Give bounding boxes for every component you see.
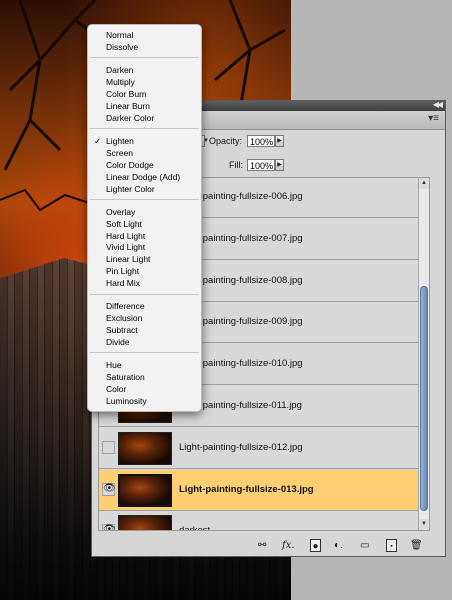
layer-thumbnail[interactable] — [118, 473, 172, 507]
blend-mode-item[interactable]: Difference — [106, 301, 145, 311]
trash-icon[interactable]: 🗑 — [410, 539, 423, 552]
layer-thumbnail[interactable] — [118, 431, 172, 465]
eye-icon: 👁 — [103, 524, 116, 531]
layer-name[interactable]: Light-painting-fullsize-012.jpg — [179, 442, 303, 453]
blend-mode-item[interactable]: Normal — [106, 30, 133, 40]
fill-field[interactable]: 100% — [247, 159, 275, 171]
menu-separator — [90, 57, 199, 59]
layer-name[interactable]: Light-painting-fullsize-013.jpg — [179, 484, 314, 495]
layer-name[interactable]: darkest — [179, 525, 210, 530]
layers-scrollbar[interactable]: ▲ ▼ — [418, 178, 429, 530]
blend-mode-item[interactable]: Linear Light — [106, 254, 150, 264]
blend-mode-item[interactable]: Divide — [106, 337, 130, 347]
layer-row[interactable]: Light-painting-fullsize-012.jpg — [99, 428, 429, 469]
blend-mode-item[interactable]: Linear Dodge (Add) — [106, 172, 180, 182]
blend-mode-item[interactable]: Pin Light — [106, 266, 139, 276]
fx-icon[interactable]: fx. — [282, 539, 295, 552]
blend-mode-item[interactable]: Linear Burn — [106, 101, 150, 111]
blend-mode-item[interactable]: Color Burn — [106, 89, 147, 99]
scroll-down-arrow[interactable]: ▼ — [419, 519, 429, 530]
blend-mode-item[interactable]: Subtract — [106, 325, 138, 335]
blend-mode-item[interactable]: Multiply — [106, 77, 135, 87]
menu-separator — [90, 293, 199, 295]
visibility-toggle[interactable]: 👁 — [102, 482, 116, 496]
blend-mode-item[interactable]: Saturation — [106, 372, 145, 382]
menu-separator — [90, 128, 199, 130]
eye-icon: 👁 — [103, 482, 116, 494]
blend-mode-item[interactable]: Lighten — [106, 136, 134, 146]
blend-mode-item[interactable]: Vivid Light — [106, 242, 145, 252]
layer-row[interactable]: 👁 darkest — [99, 511, 429, 531]
layer-row[interactable]: 👁 Light-painting-fullsize-013.jpg — [99, 469, 429, 511]
blend-mode-item[interactable]: Darker Color — [106, 113, 154, 123]
blend-mode-menu: Normal Dissolve Darken Multiply Color Burn Li… — [87, 24, 202, 412]
link-icon[interactable]: ⚯ — [258, 539, 266, 552]
fill-arrow[interactable]: ▶ — [275, 159, 284, 171]
panel-menu-icon[interactable]: ▾≡ — [428, 113, 439, 124]
scroll-thumb[interactable] — [420, 286, 428, 511]
opacity-field[interactable]: 100% — [247, 135, 275, 147]
layers-bottom-toolbar: ⚯ fx. ● ◐. ▭ ▪ 🗑 — [92, 536, 445, 556]
blend-mode-item[interactable]: Overlay — [106, 207, 135, 217]
blend-mode-item[interactable]: Screen — [106, 148, 133, 158]
opacity-arrow[interactable]: ▶ — [275, 135, 284, 147]
mask-icon[interactable]: ● — [310, 539, 321, 552]
opacity-label: Opacity: — [209, 136, 243, 146]
fill-label: Fill: — [229, 160, 243, 170]
adjustment-icon[interactable]: ◐. — [334, 539, 343, 552]
blend-mode-item[interactable]: Luminosity — [106, 396, 147, 406]
layer-thumbnail[interactable] — [118, 515, 172, 530]
blend-mode-item[interactable]: Dissolve — [106, 42, 138, 52]
menu-separator — [90, 352, 199, 354]
blend-mode-item[interactable]: Hard Mix — [106, 278, 140, 288]
folder-icon[interactable]: ▭ — [360, 539, 369, 552]
blend-mode-item[interactable]: Color Dodge — [106, 160, 154, 170]
blend-mode-item[interactable]: Hue — [106, 360, 122, 370]
blend-mode-item[interactable]: Exclusion — [106, 313, 142, 323]
blend-mode-item[interactable]: Lighter Color — [106, 184, 155, 194]
checkmark-icon: ✓ — [94, 135, 102, 146]
scroll-up-arrow[interactable]: ▲ — [419, 178, 429, 189]
blend-mode-item[interactable]: Soft Light — [106, 219, 142, 229]
visibility-toggle[interactable] — [102, 440, 115, 454]
visibility-toggle[interactable]: 👁 — [102, 524, 116, 531]
blend-mode-item[interactable]: Hard Light — [106, 231, 145, 241]
menu-separator — [90, 198, 199, 200]
blend-mode-item[interactable]: Darken — [106, 65, 133, 75]
blend-mode-item[interactable]: Color — [106, 384, 126, 394]
new-layer-icon[interactable]: ▪ — [386, 539, 397, 552]
collapse-icon[interactable]: ◀◀ — [433, 100, 443, 109]
